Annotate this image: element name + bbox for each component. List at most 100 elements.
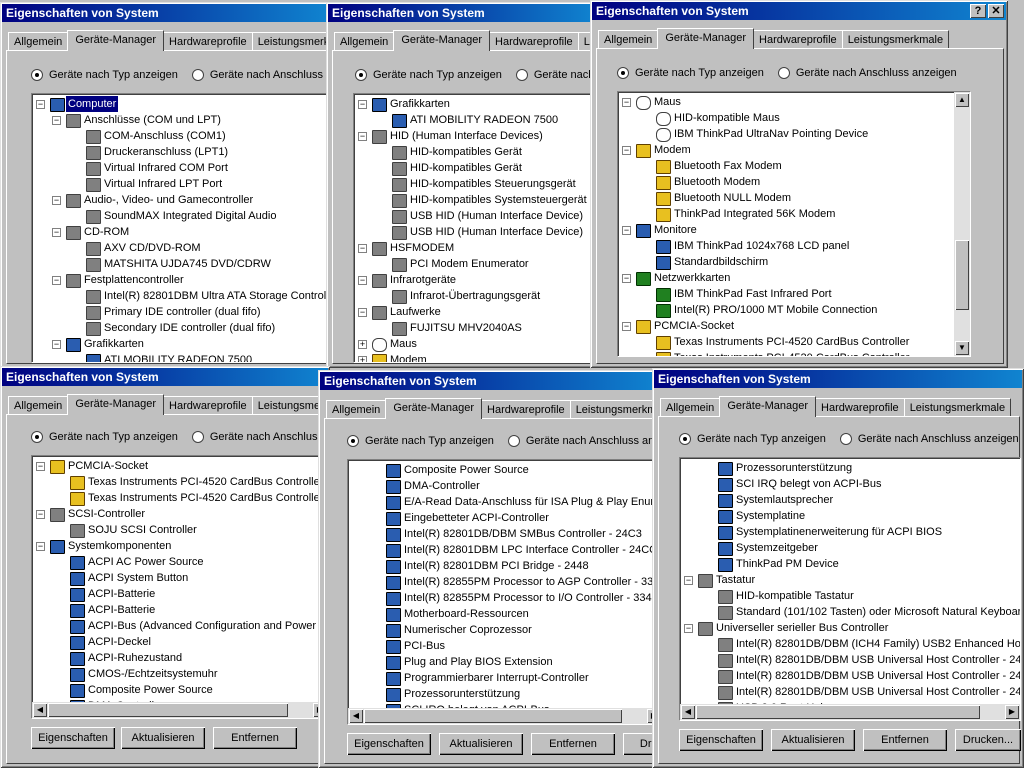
tree-row[interactable]: − Laufwerke [354,304,598,320]
collapse-icon[interactable]: − [36,100,45,109]
tab-device-manager[interactable]: Geräte-Manager [67,30,165,51]
scroll-right-icon[interactable]: ▶ [1005,705,1019,719]
tab-device-manager[interactable]: Geräte-Manager [719,396,817,417]
tree-row[interactable]: Bluetooth Modem [618,174,970,190]
radio-by-connection[interactable]: Geräte nach Anschluss anzeigen [515,69,598,81]
tree-row[interactable]: PCI Modem Enumerator [354,256,598,272]
tree-row[interactable]: ATI MOBILITY RADEON 7500 [32,352,332,362]
collapse-icon[interactable]: − [622,226,631,235]
scroll-left-icon[interactable]: ◀ [349,709,363,723]
radio-by-type[interactable]: Geräte nach Typ anzeigen [31,431,178,443]
collapse-icon[interactable]: − [52,276,61,285]
tree-row[interactable]: Systemplatinenerweiterung für ACPI BIOS [680,524,1020,540]
remove-button[interactable]: Entfernen [863,729,947,751]
tree-row[interactable]: − Monitore [618,222,970,238]
title-bar[interactable]: Eigenschaften von System [654,370,1022,388]
scroll-up-icon[interactable]: ▲ [955,93,969,107]
device-tree[interactable]: Prozessorunterstützung SCI IRQ belegt von… [679,457,1021,721]
tree-row[interactable]: Intel(R) 82801DB/DBM (ICH4 Family) USB2 … [680,636,1020,652]
tree-row[interactable]: − Computer [32,96,332,112]
tree-row[interactable]: Prozessorunterstützung [680,460,1020,476]
collapse-icon[interactable]: − [358,308,367,317]
refresh-button[interactable]: Aktualisieren [439,733,523,755]
tree-row[interactable]: FUJITSU MHV2040AS [354,320,598,336]
scroll-thumb[interactable] [696,705,980,719]
tab-hardware-profiles[interactable]: Hardwareprofile [753,30,843,49]
tree-row[interactable]: Texas Instruments PCI-4520 CardBus Contr… [32,490,328,506]
tree-row[interactable]: Composite Power Source [32,682,328,698]
tree-row[interactable]: Motherboard-Ressourcen [348,606,662,622]
tab-general[interactable]: Allgemein [598,30,659,49]
tree-row[interactable]: − SCSI-Controller [32,506,328,522]
title-bar[interactable]: Eigenschaften von System [2,368,328,386]
radio-by-type[interactable]: Geräte nach Typ anzeigen [679,433,826,445]
tree-row[interactable]: Intel(R) PRO/1000 MT Mobile Connection [618,302,970,318]
tab-hardware-profiles[interactable]: Hardwareprofile [489,32,579,51]
properties-button[interactable]: Eigenschaften [679,729,763,751]
tree-row[interactable]: Virtual Infrared LPT Port [32,176,332,192]
tree-row[interactable]: ACPI-Batterie [32,602,328,618]
remove-button[interactable]: Entfernen [531,733,615,755]
tree-row[interactable]: ThinkPad Integrated 56K Modem [618,206,970,222]
tree-row[interactable]: HID-kompatible Maus [618,110,970,126]
title-bar[interactable]: Eigenschaften von System [328,4,596,22]
tab-general[interactable]: Allgemein [326,400,387,419]
tree-row[interactable]: IBM ThinkPad Fast Infrared Port [618,286,970,302]
title-bar[interactable]: Eigenschaften von System [320,372,660,390]
device-tree[interactable]: Composite Power Source DMA-Controller E/A-… [347,459,662,725]
scroll-left-icon[interactable]: ◀ [681,705,695,719]
refresh-button[interactable]: Aktualisieren [121,727,205,749]
tree-row[interactable]: Intel(R) 82801DB/DBM USB Universal Host … [680,652,1020,668]
radio-by-connection[interactable]: Geräte nach Anschluss anzeigen [191,431,330,443]
tree-row[interactable]: HID-kompatibles Systemsteuergerät [354,192,598,208]
collapse-icon[interactable]: − [36,510,45,519]
tree-row[interactable]: USB HID (Human Interface Device) [354,224,598,240]
collapse-icon[interactable]: − [684,624,693,633]
collapse-icon[interactable]: − [684,576,693,585]
tree-row[interactable]: ACPI-Deckel [32,634,328,650]
properties-button[interactable]: Eigenschaften [347,733,431,755]
collapse-icon[interactable]: − [358,276,367,285]
expand-icon[interactable]: + [358,356,367,362]
device-tree[interactable]: − PCMCIA-Socket Texas Instruments PCI-4520… [31,455,329,719]
tree-row[interactable]: Bluetooth NULL Modem [618,190,970,206]
tree-row[interactable]: − Grafikkarten [32,336,332,352]
tree-row[interactable]: Composite Power Source [348,462,662,478]
tree-row[interactable]: PCI-Bus [348,638,662,654]
tab-hardware-profiles[interactable]: Hardwareprofile [163,32,253,51]
tree-row[interactable]: SoundMAX Integrated Digital Audio [32,208,332,224]
radio-by-type[interactable]: Geräte nach Typ anzeigen [347,435,494,447]
scroll-thumb[interactable] [364,709,622,723]
tree-row[interactable]: + Modem [354,352,598,362]
tree-row[interactable]: Intel(R) 82801DB/DBM USB Universal Host … [680,684,1020,700]
properties-button[interactable]: Eigenschaften [31,727,115,749]
horizontal-scrollbar[interactable]: ◀▶ [680,704,1020,720]
collapse-icon[interactable]: − [622,98,631,107]
tree-row[interactable]: Primary IDE controller (dual fifo) [32,304,332,320]
tree-row[interactable]: SOJU SCSI Controller [32,522,328,538]
tree-row[interactable]: − Tastatur [680,572,1020,588]
tree-row[interactable]: AXV CD/DVD-ROM [32,240,332,256]
tree-row[interactable]: − PCMCIA-Socket [618,318,970,334]
collapse-icon[interactable]: − [622,146,631,155]
tree-row[interactable]: Systemzeitgeber [680,540,1020,556]
collapse-icon[interactable]: − [358,100,367,109]
tab-general[interactable]: Allgemein [660,398,721,417]
tree-row[interactable]: COM-Anschluss (COM1) [32,128,332,144]
collapse-icon[interactable]: − [358,244,367,253]
tree-row[interactable]: − Netzwerkkarten [618,270,970,286]
tree-row[interactable]: ACPI AC Power Source [32,554,328,570]
tree-row[interactable]: Intel(R) 82801DBM Ultra ATA Storage Cont… [32,288,332,304]
tree-row[interactable]: ACPI-Ruhezustand [32,650,328,666]
collapse-icon[interactable]: − [622,274,631,283]
tree-row[interactable]: ACPI-Batterie [32,586,328,602]
refresh-button[interactable]: Aktualisieren [771,729,855,751]
tree-row[interactable]: Plug and Play BIOS Extension [348,654,662,670]
tree-row[interactable]: ThinkPad PM Device [680,556,1020,572]
tree-row[interactable]: Standardbildschirm [618,254,970,270]
radio-by-type[interactable]: Geräte nach Typ anzeigen [617,67,764,79]
tree-row[interactable]: Prozessorunterstützung [348,686,662,702]
tree-row[interactable]: Intel(R) 82801DB/DBM SMBus Controller - … [348,526,662,542]
tree-row[interactable]: HID-kompatibles Gerät [354,160,598,176]
tab-general[interactable]: Allgemein [334,32,395,51]
